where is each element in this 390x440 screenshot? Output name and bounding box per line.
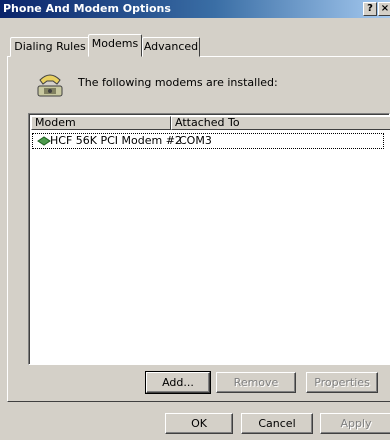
modem-port: COM3 — [179, 134, 212, 147]
tab-dialing-rules[interactable]: Dialing Rules — [10, 37, 90, 57]
properties-button[interactable]: Properties — [306, 372, 378, 393]
ok-button[interactable]: OK — [165, 413, 233, 434]
add-button[interactable]: Add... — [145, 371, 211, 394]
list-item[interactable]: HCF 56K PCI Modem #2 COM3 — [32, 133, 384, 149]
column-header-attached-to[interactable]: Attached To — [171, 116, 390, 130]
remove-button[interactable]: Remove — [216, 372, 296, 393]
window-title: Phone And Modem Options — [3, 2, 171, 15]
window-title-bar[interactable]: Phone And Modem Options ? × — [0, 0, 390, 18]
column-header-modem[interactable]: Modem — [31, 116, 171, 130]
modem-icon — [37, 136, 51, 146]
help-icon[interactable]: ? — [363, 2, 377, 16]
cancel-button[interactable]: Cancel — [241, 413, 313, 434]
tab-advanced[interactable]: Advanced — [142, 37, 200, 57]
modem-list[interactable]: Modem Attached To HCF 56K PCI Modem #2 C… — [28, 113, 390, 365]
phone-icon — [37, 74, 63, 97]
tab-modems[interactable]: Modems — [88, 34, 142, 57]
intro-text: The following modems are installed: — [78, 76, 278, 89]
apply-button[interactable]: Apply — [320, 413, 390, 434]
modem-name: HCF 56K PCI Modem #2 — [50, 134, 182, 147]
close-icon[interactable]: × — [378, 2, 390, 16]
